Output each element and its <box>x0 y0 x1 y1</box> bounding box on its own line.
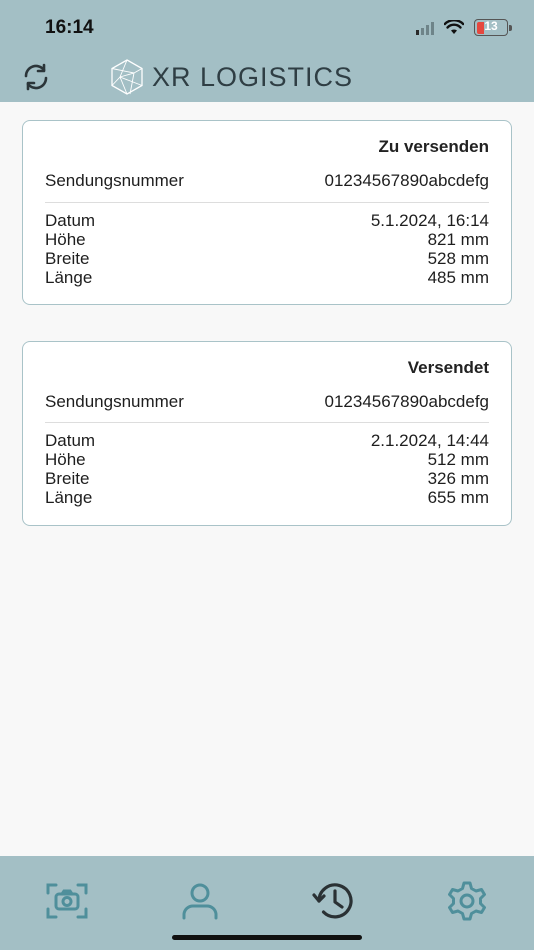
refresh-icon <box>24 63 48 91</box>
hexagon-logo-icon <box>111 59 143 95</box>
detail-label: Höhe <box>45 450 86 469</box>
detail-label: Breite <box>45 249 90 268</box>
shipment-status: Zu versenden <box>378 137 489 156</box>
detail-value: 528 mm <box>427 249 489 268</box>
tab-settings[interactable] <box>444 878 490 924</box>
detail-value: 326 mm <box>427 469 489 488</box>
tracking-row: Sendungsnummer 01234567890abcdefg <box>45 171 489 190</box>
gear-icon <box>448 881 486 921</box>
detail-row-height: Höhe 512 mm <box>45 450 489 469</box>
app-logo: XR LOGISTICS <box>108 58 353 96</box>
detail-row-length: Länge 485 mm <box>45 268 489 287</box>
detail-label: Breite <box>45 469 90 488</box>
detail-row-length: Länge 655 mm <box>45 488 489 507</box>
detail-row-date: Datum 2.1.2024, 14:44 <box>45 431 489 450</box>
home-indicator <box>172 935 362 940</box>
tracking-value: 01234567890abcdefg <box>324 392 490 411</box>
detail-label: Datum <box>45 211 96 230</box>
status-icons: 13 <box>416 19 512 36</box>
refresh-button[interactable] <box>20 62 52 92</box>
history-icon <box>312 883 353 919</box>
person-icon <box>182 883 218 920</box>
tracking-row: Sendungsnummer 01234567890abcdefg <box>45 392 489 411</box>
tracking-label: Sendungsnummer <box>45 171 184 190</box>
detail-row-width: Breite 528 mm <box>45 249 489 268</box>
tab-scan[interactable] <box>44 878 90 924</box>
wifi-icon <box>444 20 464 34</box>
detail-value: 655 mm <box>427 488 489 507</box>
tracking-label: Sendungsnummer <box>45 392 184 411</box>
tab-profile[interactable] <box>177 878 223 924</box>
tracking-value: 01234567890abcdefg <box>324 171 490 190</box>
detail-value: 5.1.2024, 16:14 <box>370 211 489 230</box>
divider <box>45 422 489 423</box>
detail-label: Länge <box>45 268 93 287</box>
camera-scan-icon <box>46 883 88 919</box>
detail-row-width: Breite 326 mm <box>45 469 489 488</box>
cellular-signal-icon <box>416 21 434 35</box>
detail-label: Länge <box>45 488 93 507</box>
app-title: XR LOGISTICS <box>152 61 354 92</box>
detail-row-height: Höhe 821 mm <box>45 230 489 249</box>
detail-label: Höhe <box>45 230 86 249</box>
detail-row-date: Datum 5.1.2024, 16:14 <box>45 211 489 230</box>
battery-icon: 13 <box>474 19 512 36</box>
status-time: 16:14 <box>45 17 94 38</box>
detail-value: 821 mm <box>427 230 489 249</box>
tab-history[interactable] <box>311 878 357 924</box>
detail-label: Datum <box>45 431 96 450</box>
detail-value: 512 mm <box>427 450 489 469</box>
shipment-card[interactable]: Versendet Sendungsnummer 01234567890abcd… <box>22 341 512 526</box>
detail-value: 2.1.2024, 14:44 <box>370 431 489 450</box>
battery-level: 13 <box>484 19 498 33</box>
app-header: 16:14 13 XR LOGISTICS <box>0 0 534 102</box>
detail-value: 485 mm <box>427 268 489 287</box>
shipment-status: Versendet <box>407 358 489 377</box>
shipment-card[interactable]: Zu versenden Sendungsnummer 01234567890a… <box>22 120 512 305</box>
divider <box>45 202 489 203</box>
